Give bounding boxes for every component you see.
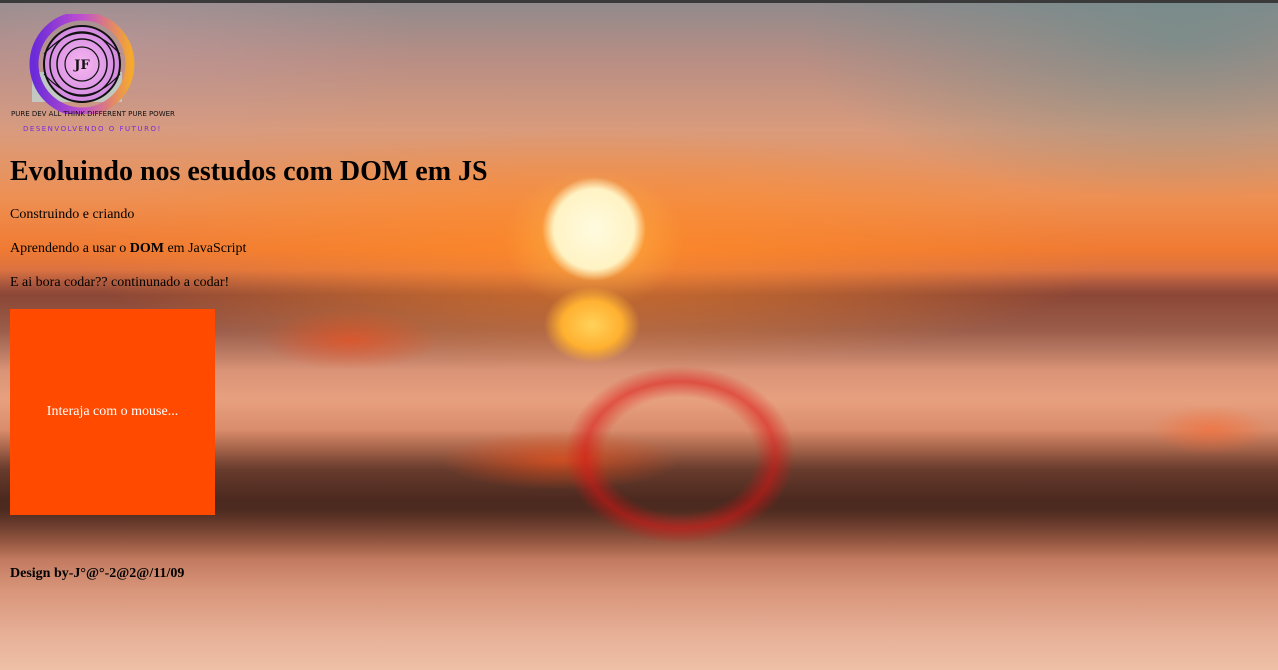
logo: JF PURE DEV ALL THINK DIFFERENT PURE POW… (10, 14, 175, 138)
logo-tagline: PURE DEV ALL THINK DIFFERENT PURE POWER (11, 110, 175, 118)
logo-subtitle: DESENVOLVENDO O FUTURO! (23, 125, 162, 133)
paragraph-learning-prefix: Aprendendo a usar o (10, 241, 130, 256)
paragraph-building: Construindo e criando (10, 207, 135, 222)
mouse-interaction-label: Interaja com o mouse... (46, 404, 179, 419)
top-border (0, 0, 1278, 3)
paragraph-learning-suffix: em JavaScript (163, 241, 247, 256)
logo-emblem-icon: JF (29, 14, 135, 114)
mouse-interaction-box[interactable]: Interaja com o mouse... (10, 309, 215, 515)
paragraph-lets-code: E ai bora codar?? continunado a codar! (10, 275, 230, 290)
paragraph-dom-bold: DOM (129, 241, 164, 256)
design-credit: Design by-J°@°-2@2@/11/09 (10, 566, 185, 581)
paragraph-learning-dom: Aprendendo a usar o DOM em JavaScript (10, 241, 246, 257)
logo-initials: JF (73, 58, 90, 73)
page-title: Evoluindo nos estudos com DOM em JS (10, 156, 488, 187)
